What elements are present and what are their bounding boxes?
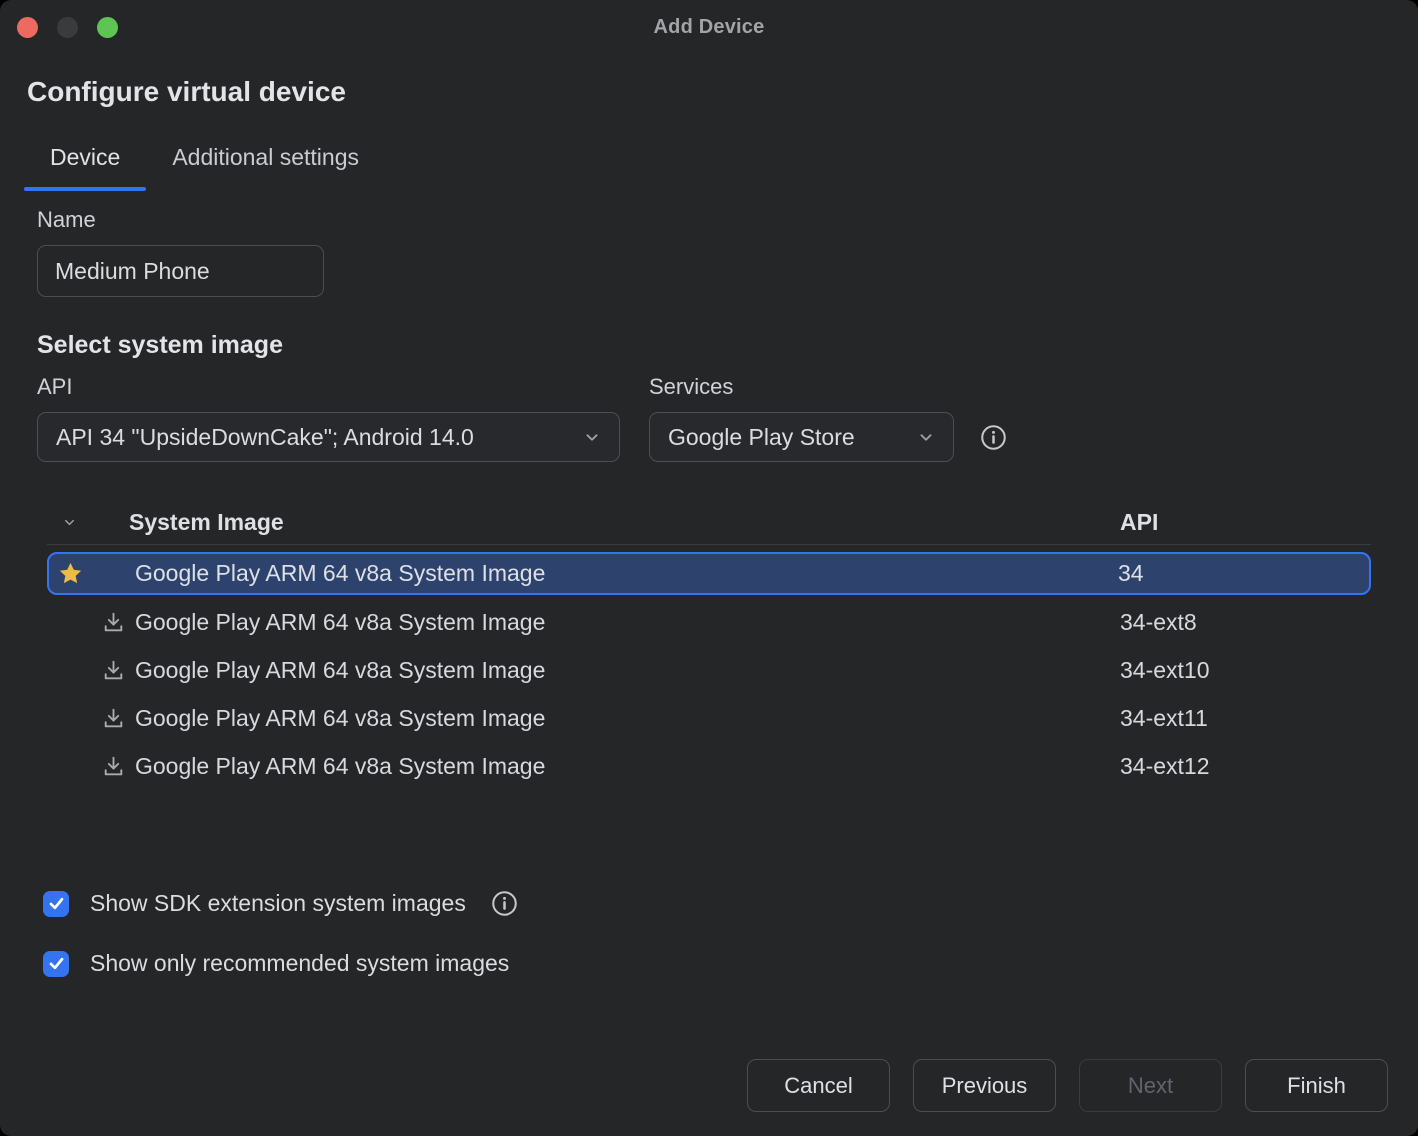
- row-name: Google Play ARM 64 v8a System Image: [135, 705, 1120, 732]
- table-header: System Image API: [47, 500, 1371, 545]
- window-title: Add Device: [0, 0, 1418, 54]
- download-icon[interactable]: [91, 706, 135, 731]
- table-row[interactable]: Google Play ARM 64 v8a System Image 34-e…: [47, 646, 1371, 694]
- previous-button[interactable]: Previous: [913, 1059, 1056, 1112]
- row-name: Google Play ARM 64 v8a System Image: [135, 657, 1120, 684]
- row-name: Google Play ARM 64 v8a System Image: [135, 609, 1120, 636]
- check-icon: [47, 894, 66, 913]
- table-row[interactable]: Google Play ARM 64 v8a System Image 34-e…: [47, 742, 1371, 790]
- star-icon: [49, 560, 91, 587]
- api-dropdown[interactable]: API 34 "UpsideDownCake"; Android 14.0: [37, 412, 620, 462]
- row-name: Google Play ARM 64 v8a System Image: [135, 753, 1120, 780]
- table-row[interactable]: Google Play ARM 64 v8a System Image 34: [47, 552, 1371, 595]
- system-image-table: System Image API Google Play ARM 64 v8a …: [47, 500, 1371, 790]
- table-row[interactable]: Google Play ARM 64 v8a System Image 34-e…: [47, 598, 1371, 646]
- tab-bar: Device Additional settings: [24, 134, 1418, 191]
- show-sdk-extension-label: Show SDK extension system images: [90, 890, 466, 917]
- title-bar: Add Device: [0, 0, 1418, 54]
- section-title: Select system image: [37, 331, 1418, 360]
- sort-chevron-down-icon[interactable]: [47, 515, 91, 530]
- download-icon[interactable]: [91, 610, 135, 635]
- check-icon: [47, 954, 66, 973]
- row-api: 34-ext8: [1120, 609, 1371, 636]
- tab-device[interactable]: Device: [24, 134, 146, 191]
- device-name-input[interactable]: [37, 245, 324, 297]
- row-name: Google Play ARM 64 v8a System Image: [135, 560, 1118, 587]
- page-title: Configure virtual device: [27, 76, 1418, 108]
- column-header-api[interactable]: API: [1120, 509, 1371, 536]
- show-recommended-checkbox[interactable]: [43, 951, 69, 977]
- services-dropdown[interactable]: Google Play Store: [649, 412, 954, 462]
- row-api: 34-ext12: [1120, 753, 1371, 780]
- show-recommended-label: Show only recommended system images: [90, 950, 509, 977]
- finish-button[interactable]: Finish: [1245, 1059, 1388, 1112]
- download-icon[interactable]: [91, 754, 135, 779]
- chevron-down-icon: [915, 426, 937, 448]
- table-row[interactable]: Google Play ARM 64 v8a System Image 34-e…: [47, 694, 1371, 742]
- add-device-dialog: Add Device Configure virtual device Devi…: [0, 0, 1418, 1136]
- name-label: Name: [37, 207, 1418, 233]
- next-button[interactable]: Next: [1079, 1059, 1222, 1112]
- row-api: 34: [1118, 560, 1369, 587]
- api-dropdown-value: API 34 "UpsideDownCake"; Android 14.0: [56, 424, 474, 451]
- services-info-icon[interactable]: [980, 412, 1007, 462]
- download-icon[interactable]: [91, 658, 135, 683]
- services-label: Services: [649, 374, 954, 400]
- show-sdk-extension-checkbox[interactable]: [43, 891, 69, 917]
- row-api: 34-ext10: [1120, 657, 1371, 684]
- row-api: 34-ext11: [1120, 705, 1371, 732]
- chevron-down-icon: [581, 426, 603, 448]
- sdk-extension-info-icon[interactable]: [491, 890, 518, 917]
- tab-additional-settings[interactable]: Additional settings: [146, 134, 385, 191]
- column-header-system-image[interactable]: System Image: [129, 509, 1120, 536]
- dialog-footer: Cancel Previous Next Finish: [747, 1059, 1388, 1112]
- services-dropdown-value: Google Play Store: [668, 424, 855, 451]
- api-label: API: [37, 374, 620, 400]
- cancel-button[interactable]: Cancel: [747, 1059, 890, 1112]
